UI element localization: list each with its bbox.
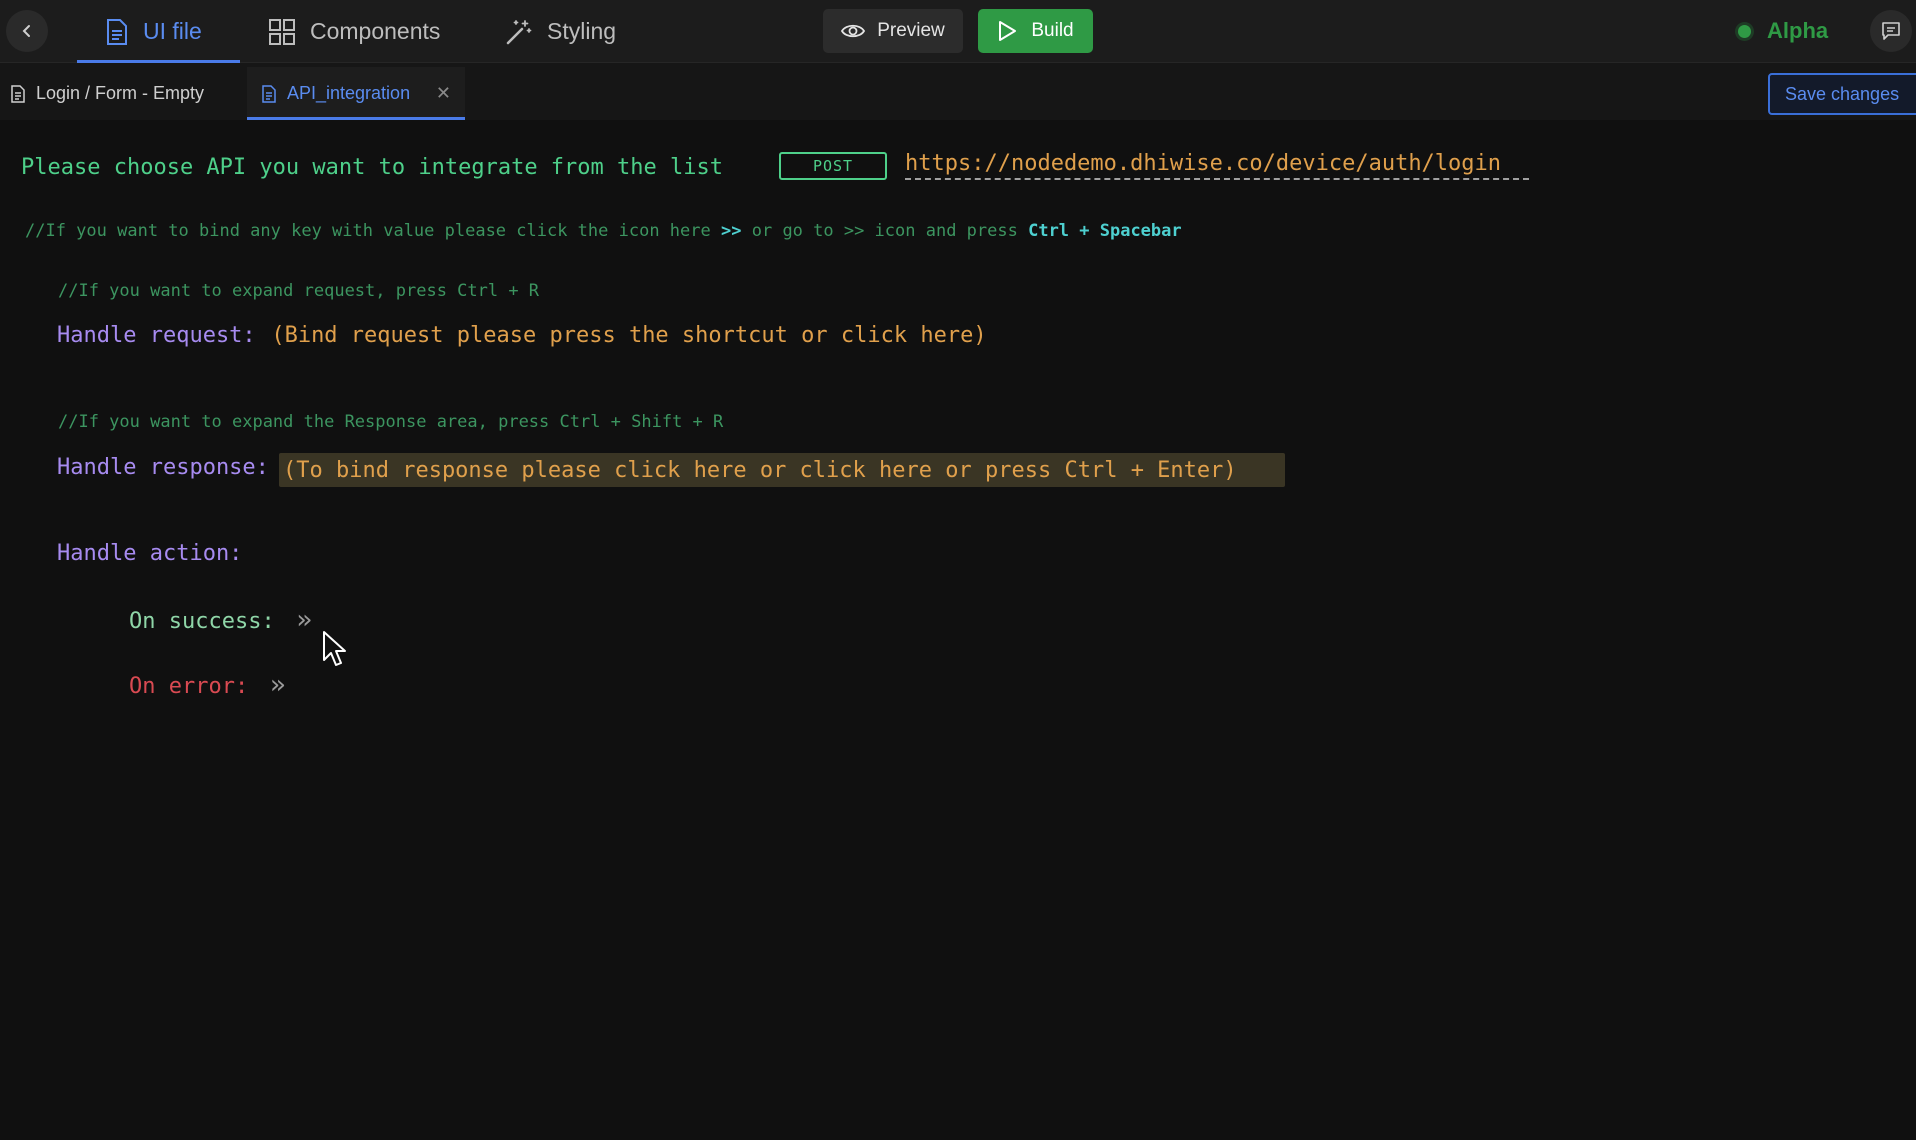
handle-action-label: Handle action:	[57, 541, 243, 566]
handle-request-line: Handle request: (Bind request please pre…	[57, 323, 987, 348]
on-success-line: On success: »	[129, 605, 312, 635]
bind-response-link[interactable]: (To bind response please click here or c…	[279, 453, 1285, 487]
bind-hint-arrow: >>	[721, 221, 742, 241]
bind-hint-prefix: //If you want to bind any key with value…	[25, 221, 711, 241]
bind-hint-comment: //If you want to bind any key with value…	[25, 221, 1182, 241]
api-integration-editor: Please choose API you want to integrate …	[0, 0, 1916, 1140]
response-comment: //If you want to expand the Response are…	[58, 412, 724, 432]
on-error-chevron-icon[interactable]: »	[270, 670, 286, 700]
bind-request-link[interactable]: (Bind request please press the shortcut …	[271, 323, 986, 348]
on-success-chevron-icon[interactable]: »	[296, 605, 312, 635]
on-success-label: On success:	[129, 609, 275, 634]
on-error-line: On error: »	[129, 670, 286, 700]
handle-response-label: Handle response:	[57, 455, 269, 480]
bind-hint-middle: or go to >> icon and press	[751, 221, 1018, 241]
request-comment: //If you want to expand request, press C…	[58, 281, 540, 301]
bind-hint-shortcut: Ctrl + Spacebar	[1028, 221, 1182, 241]
method-badge[interactable]: POST	[779, 152, 887, 180]
api-prompt: Please choose API you want to integrate …	[21, 155, 723, 180]
api-url-selector[interactable]: https://nodedemo.dhiwise.co/device/auth/…	[905, 151, 1529, 180]
handle-request-label: Handle request:	[57, 323, 256, 348]
mouse-cursor-icon	[323, 631, 346, 666]
on-error-label: On error:	[129, 674, 249, 699]
